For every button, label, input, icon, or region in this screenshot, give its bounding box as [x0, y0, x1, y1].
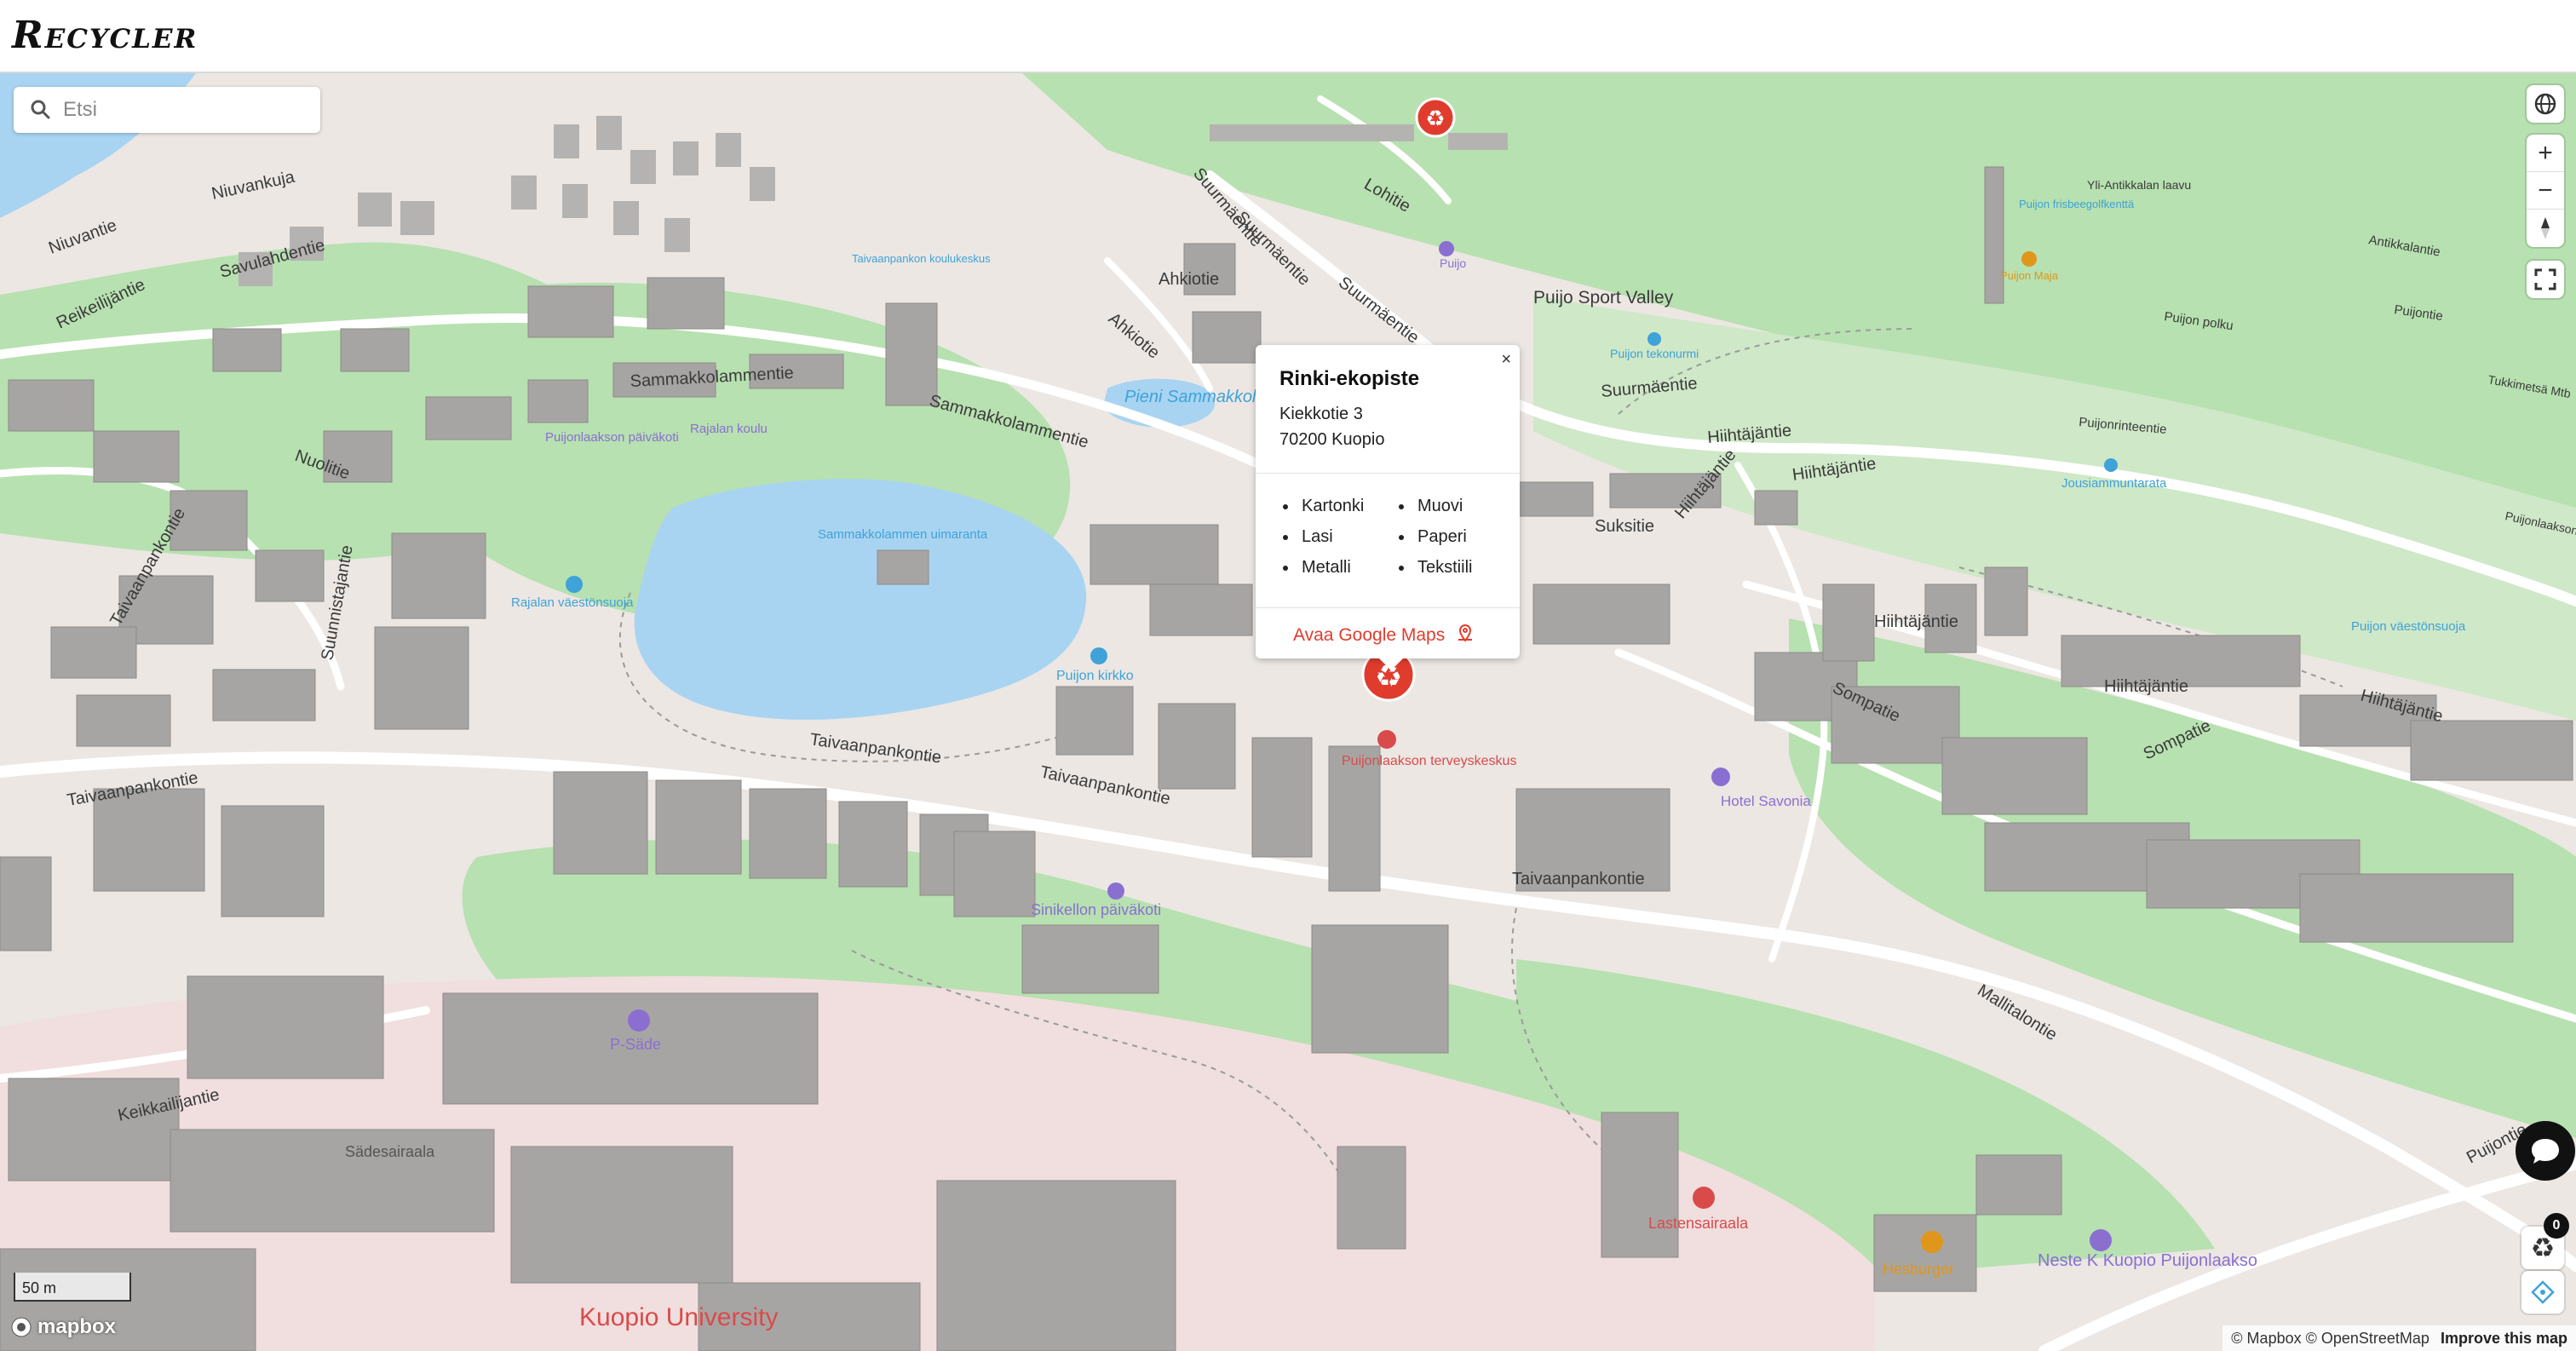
recycle-count-badge: 0 — [2544, 1213, 2569, 1239]
top-bar: Recycler — [0, 0, 2576, 73]
school-icon — [1107, 882, 1124, 900]
place-label-kuopio-university: Kuopio University — [579, 1303, 778, 1331]
place-label-uimaranta: Sammakkolammen uimaranta — [818, 527, 988, 542]
address-street: Kiekkotie 3 — [1279, 405, 1363, 423]
fullscreen-icon[interactable] — [2527, 261, 2564, 298]
improve-map-link[interactable]: Improve this map — [2441, 1330, 2567, 1347]
place-label-puijon-vaestonsuoja: Puijon väestönsuoja — [2351, 619, 2466, 634]
place-label-neste: Neste K Kuopio Puijonlaakso — [2038, 1251, 2257, 1270]
place-label-puijo-sport-valley: Puijo Sport Valley — [1533, 288, 1674, 308]
place-label-hotel-savonia: Hotel Savonia — [1721, 793, 1811, 809]
street-label-ahkiotie-1: Ahkiotie — [1159, 270, 1219, 289]
place-label-lastensairaala: Lastensairaala — [1648, 1215, 1749, 1232]
place-label-sinikellon-paivakoti: Sinikellon päiväkoti — [1031, 901, 1161, 918]
health-icon — [1377, 730, 1396, 749]
map-canvas[interactable]: Niuvankuja Niuvantie Savulahdentie Reike… — [0, 73, 2576, 1351]
locate-button[interactable] — [2521, 1271, 2564, 1314]
mapbox-logo[interactable]: mapbox — [10, 1315, 116, 1339]
parking-icon — [628, 1009, 650, 1032]
popup-close-button[interactable]: × — [1501, 350, 1511, 370]
place-label-rajalan-koulu: Rajalan koulu — [690, 422, 768, 436]
place-label-sadesairaala: Sädesairaala — [345, 1143, 435, 1160]
chat-button[interactable] — [2516, 1121, 2575, 1181]
google-maps-label: Avaa Google Maps — [1293, 625, 1446, 645]
street-label-hiihtajantie-3: Hiihtäjäntie — [1874, 612, 1958, 631]
place-label-puijon-tekonurmi: Puijon tekonurmi — [1610, 347, 1699, 360]
globe-control — [2527, 85, 2564, 123]
archery-icon — [2104, 458, 2118, 472]
place-label-puijon-maja: Puijon Maja — [2000, 269, 2059, 282]
place-label-p-sade: P-Säde — [610, 1036, 661, 1053]
google-maps-link[interactable]: Avaa Google Maps — [1293, 623, 1475, 648]
sport-icon — [1647, 332, 1661, 346]
fuel-icon — [2090, 1229, 2112, 1251]
hospital-icon — [1693, 1187, 1715, 1209]
compass-icon[interactable] — [2527, 210, 2564, 247]
place-label-rajalan-vaestonsuoja: Rajalan väestönsuoja — [511, 595, 634, 610]
search-icon — [24, 93, 58, 127]
attribution: © Mapbox © OpenStreetMap Improve this ma… — [2222, 1325, 2576, 1351]
shelter-icon — [566, 576, 583, 593]
place-label-hesburger: Hesburger — [1883, 1261, 1954, 1278]
popup-divider — [1256, 473, 1520, 474]
place-label-puijon-kirkko: Puijon kirkko — [1056, 669, 1134, 683]
popup-divider — [1256, 607, 1520, 608]
material-item: Paperi — [1395, 527, 1498, 547]
materials-list: Kartonki Muovi Lasi Paperi Metalli Tekst… — [1279, 497, 1501, 578]
attribution-text[interactable]: © Mapbox © OpenStreetMap — [2231, 1330, 2429, 1347]
fullscreen-control — [2527, 261, 2564, 298]
app-root: Recycler Niuvankuja Niuvantie Savulahden… — [0, 0, 2576, 1351]
search-box[interactable] — [14, 87, 320, 133]
material-item: Muovi — [1395, 497, 1498, 516]
location-popup: × Rinki-ekopiste Kiekkotie 3 70200 Kuopi… — [1256, 345, 1520, 670]
street-label-yli-antikkalan-laavu: Yli-Antikkalan laavu — [2087, 178, 2191, 192]
material-item: Lasi — [1279, 527, 1395, 547]
cafe-icon — [2021, 251, 2037, 267]
zoom-controls: + − — [2527, 135, 2564, 247]
restaurant-icon — [1921, 1231, 1943, 1253]
search-input[interactable] — [63, 98, 302, 122]
place-label-terveyskeskus: Puijonlaakson terveyskeskus — [1342, 754, 1516, 768]
popup-title: Rinki-ekopiste — [1279, 367, 1420, 390]
app-title: Recycler — [12, 14, 198, 57]
place-label-koulukeskus: Taivaanpankon koulukeskus — [852, 252, 991, 265]
church-icon — [1090, 647, 1107, 664]
popup-address: Kiekkotie 3 70200 Kuopio — [1279, 401, 1384, 452]
street-label-taivaanpankontie-5: Taivaanpankontie — [1512, 870, 1645, 888]
globe-icon[interactable] — [2527, 85, 2564, 123]
place-label-jousiammuntarata: Jousiammuntarata — [2061, 476, 2167, 491]
mapbox-icon — [11, 1317, 32, 1337]
locate-icon — [2531, 1280, 2555, 1304]
mapbox-logo-text: mapbox — [37, 1315, 117, 1338]
material-item: Tekstiili — [1395, 558, 1498, 578]
address-postal: 70200 Kuopio — [1279, 430, 1385, 449]
viewpoint-icon — [1439, 241, 1454, 256]
street-label-hiihtajantie-4: Hiihtäjäntie — [2104, 677, 2188, 696]
material-item: Metalli — [1279, 558, 1395, 578]
recycle-marker-top[interactable]: ♻ — [1415, 97, 1456, 138]
hotel-icon — [1711, 767, 1730, 786]
street-label-suksitie: Suksitie — [1595, 517, 1654, 536]
place-label-puijonlaakson-paivakoti: Puijonlaakson päiväkoti — [545, 430, 679, 445]
zoom-in-button[interactable]: + — [2527, 135, 2564, 172]
zoom-out-button[interactable]: − — [2527, 172, 2564, 210]
place-label-puijo: Puijo — [1440, 256, 1466, 270]
map-pin-icon — [1455, 623, 1475, 648]
svg-text:♻: ♻ — [1425, 106, 1445, 132]
scale-bar: 50 m — [14, 1273, 131, 1302]
street-label-frisbeegolf: Puijon frisbeegolfkenttä — [2019, 198, 2135, 210]
material-item: Kartonki — [1279, 497, 1395, 516]
chat-icon — [2532, 1139, 2559, 1164]
